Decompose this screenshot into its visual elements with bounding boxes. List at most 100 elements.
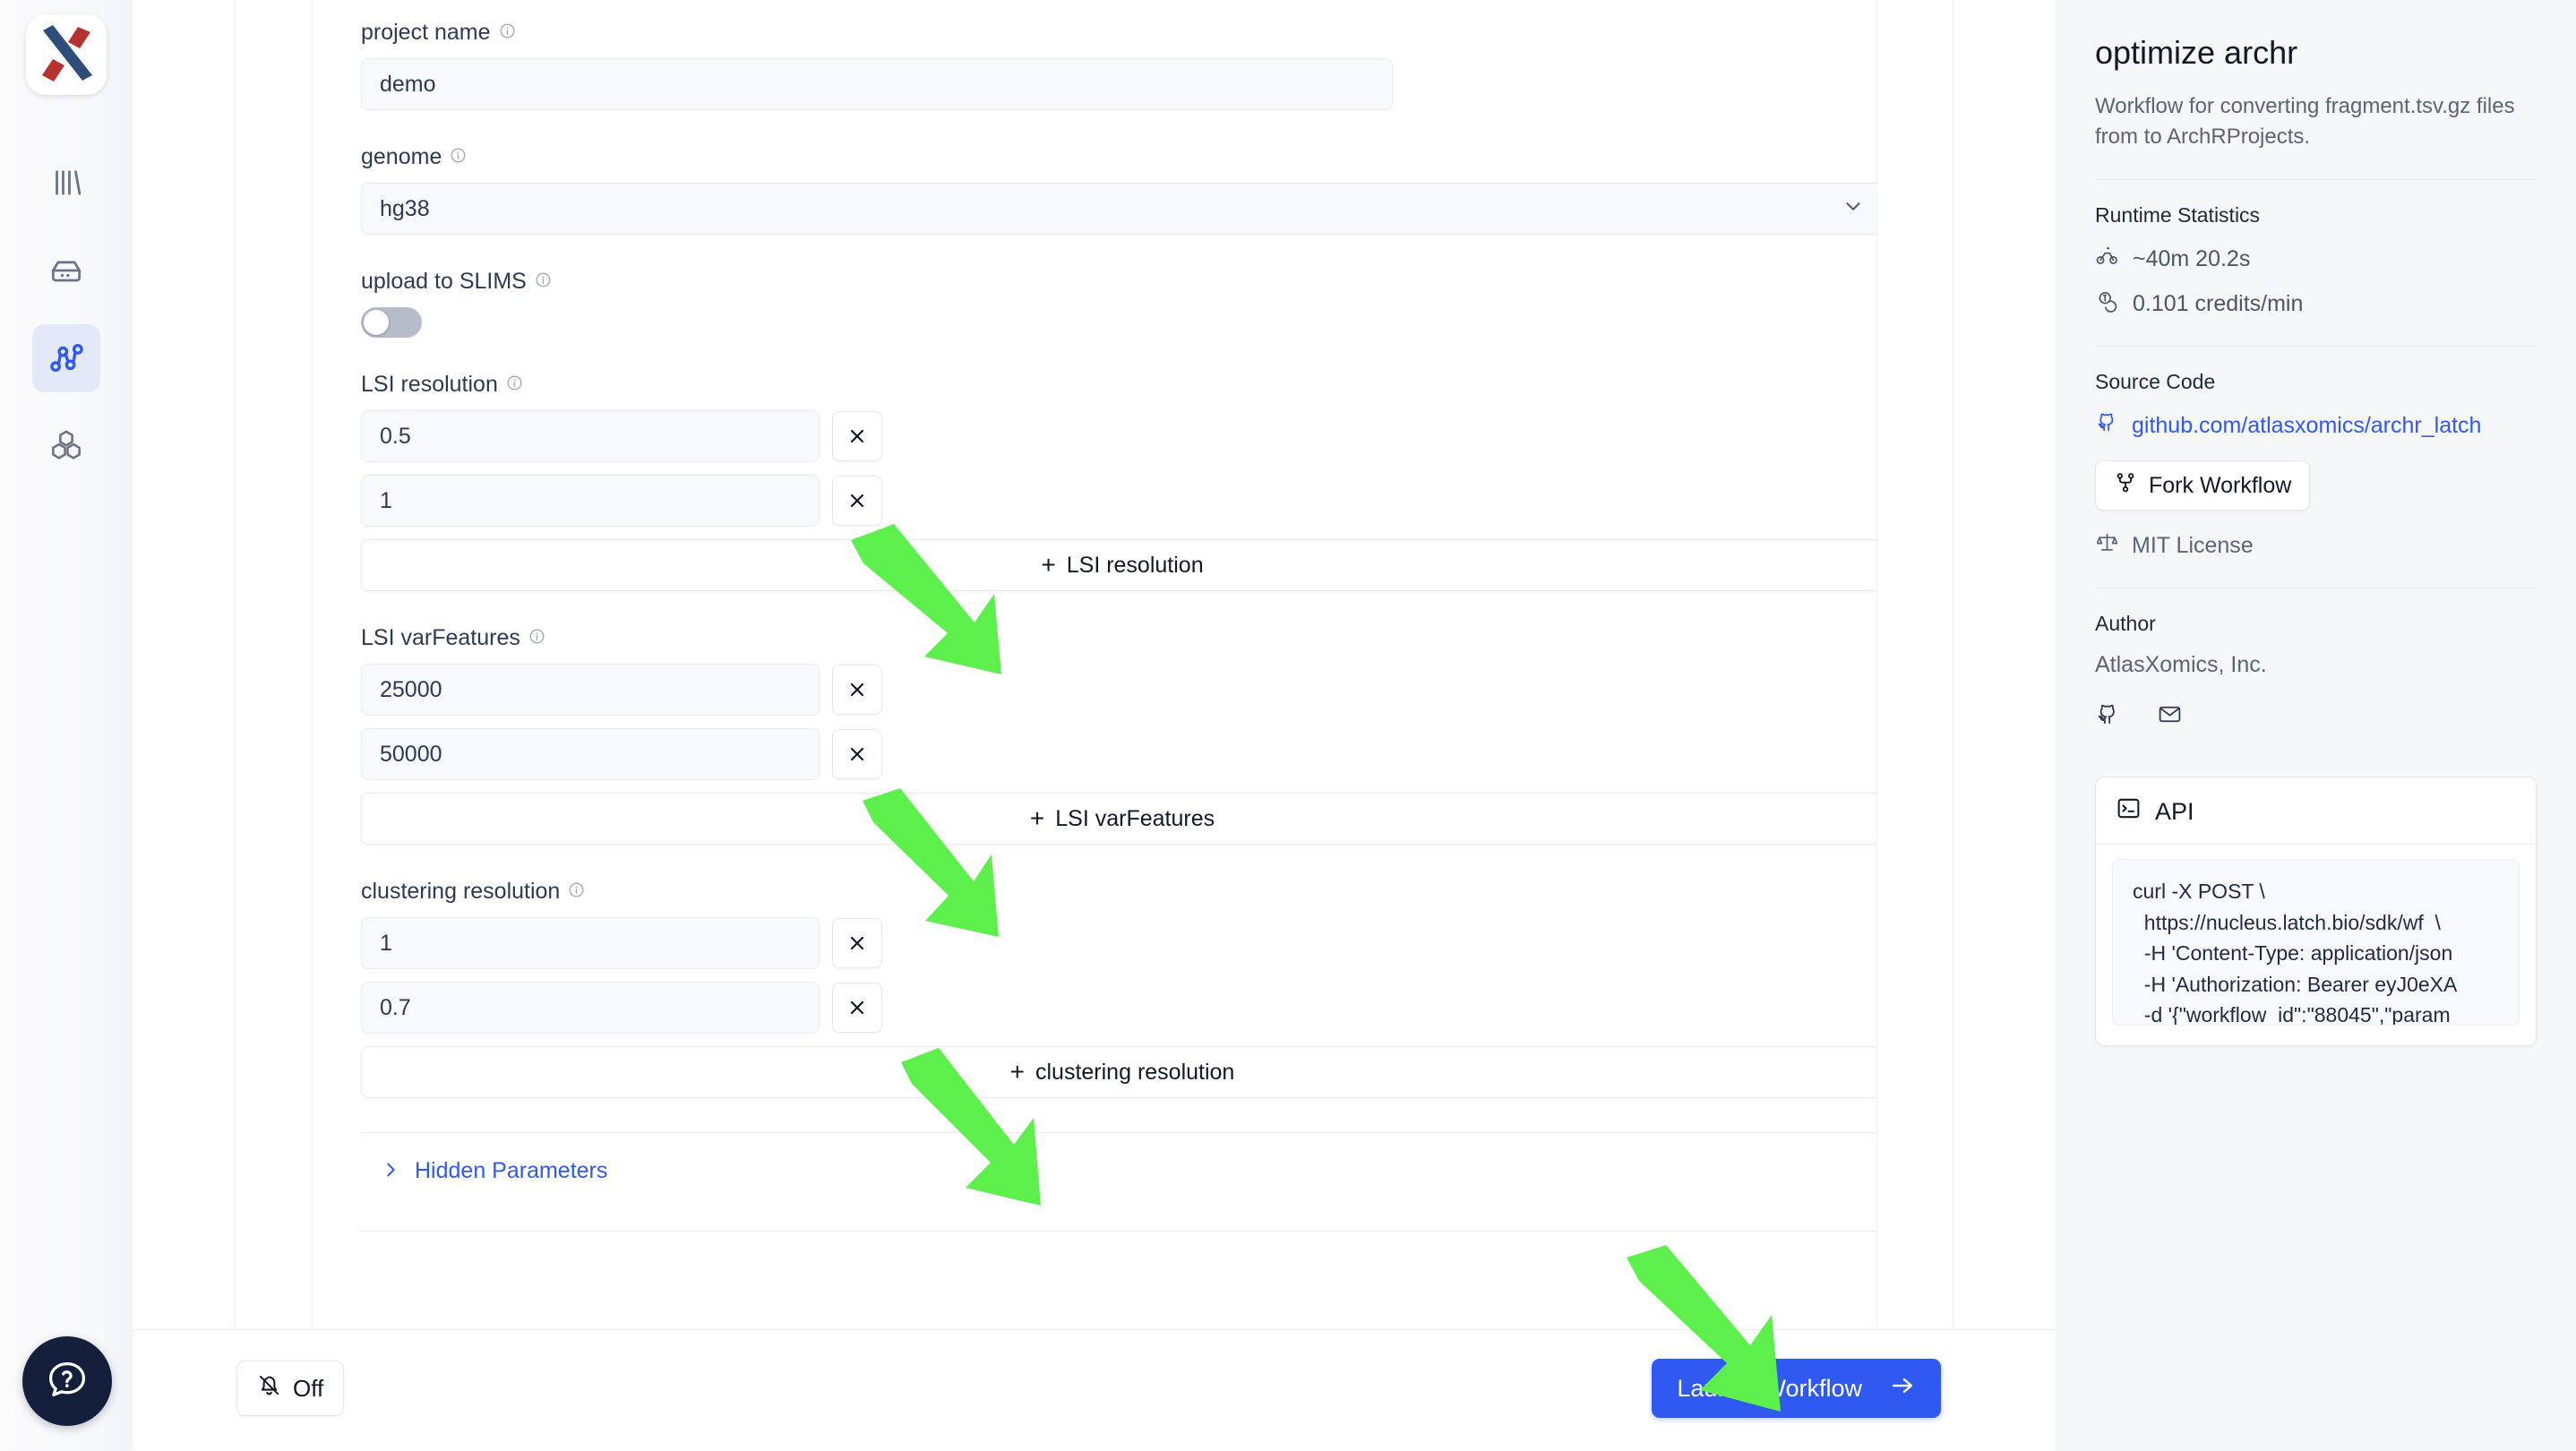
field-genome: genome hg38 — [361, 144, 1876, 235]
terminal-icon — [2116, 795, 2142, 828]
add-lsi-varfeatures-button[interactable]: + LSI varFeatures — [361, 793, 1876, 845]
author-heading: Author — [2095, 612, 2156, 636]
project-name-label-row: project name — [361, 20, 1828, 46]
launch-workflow-label: Launch Workflow — [1677, 1374, 1862, 1402]
remove-clustering-resolution-0[interactable] — [832, 918, 882, 968]
toggle-knob — [364, 310, 389, 335]
api-card: API curl -X POST \ https://nucleus.latch… — [2095, 777, 2537, 1047]
source-repo-url: github.com/atlasxomics/archr_latch — [2132, 412, 2482, 438]
info-circle-icon[interactable] — [528, 625, 545, 651]
launch-workflow-button[interactable]: Launch Workflow — [1652, 1359, 1941, 1418]
info-circle-icon[interactable] — [568, 879, 585, 905]
workflow-parameters-panel: project name demo genome hg38 upload to … — [133, 0, 2056, 1329]
genome-selected-value: hg38 — [380, 195, 430, 221]
rail-item-list — [32, 149, 100, 480]
info-circle-icon[interactable] — [450, 144, 467, 170]
lsi-resolution-label: LSI resolution — [361, 372, 498, 397]
sidebar-item-workflows[interactable] — [32, 324, 100, 392]
parameters-scroll-area[interactable]: project name demo genome hg38 upload to … — [313, 0, 1876, 1329]
upload-to-slims-label: upload to SLIMS — [361, 269, 527, 294]
license-label: MIT License — [2132, 532, 2254, 558]
remove-lsi-varfeatures-1[interactable] — [832, 729, 882, 779]
section-divider-bottom — [361, 1231, 1876, 1232]
app-root: project name demo genome hg38 upload to … — [0, 0, 2576, 1451]
help-chat-button[interactable] — [22, 1336, 112, 1426]
remove-lsi-resolution-1[interactable] — [832, 476, 882, 526]
sidebar-item-data[interactable] — [32, 149, 100, 217]
remove-lsi-varfeatures-0[interactable] — [832, 665, 882, 715]
api-card-header: API — [2096, 777, 2536, 846]
add-lsi-resolution-button[interactable]: + LSI resolution — [361, 539, 1876, 591]
project-name-input[interactable]: demo — [361, 58, 1393, 110]
bars-chart-icon — [47, 164, 85, 202]
source-repo-link[interactable]: github.com/atlasxomics/archr_latch — [2095, 410, 2537, 441]
author-links — [2095, 701, 2537, 732]
mail-icon[interactable] — [2157, 701, 2183, 732]
lsi-varfeatures-label: LSI varFeatures — [361, 625, 520, 650]
add-lsi-resolution-label: LSI resolution — [1066, 552, 1204, 578]
lsi-varfeatures-input-1[interactable]: 50000 — [361, 728, 820, 780]
sidebar-item-pods[interactable] — [32, 236, 100, 305]
hidden-parameters-label: Hidden Parameters — [415, 1158, 608, 1183]
remove-lsi-resolution-0[interactable] — [832, 411, 882, 461]
field-lsi-resolution: LSI resolution 0.5 1 + LSI resolution — [361, 372, 1876, 591]
sidebar-item-registry[interactable] — [32, 412, 100, 480]
genome-label-row: genome — [361, 144, 1828, 170]
clustering-resolution-input-1[interactable]: 0.7 — [361, 982, 820, 1034]
api-heading: API — [2155, 797, 2194, 825]
project-name-label: project name — [361, 20, 491, 45]
author-name: AtlasXomics, Inc. — [2095, 652, 2267, 678]
runtime-duration-row: ~40m 20.2s — [2095, 244, 2537, 274]
api-card-body: curl -X POST \ https://nucleus.latch.bio… — [2096, 845, 2536, 1045]
lsi-resolution-input-1[interactable]: 1 — [361, 475, 820, 527]
atlasxomics-logo[interactable] — [26, 14, 107, 95]
list-item: 0.7 — [361, 982, 1828, 1034]
info-circle-icon[interactable] — [499, 20, 516, 46]
coins-icon — [2095, 288, 2119, 319]
scales-icon — [2095, 530, 2119, 561]
github-icon — [2095, 410, 2119, 441]
lsi-varfeatures-label-row: LSI varFeatures — [361, 625, 1828, 651]
clustering-resolution-label: clustering resolution — [361, 879, 561, 904]
chevron-right-icon — [381, 1160, 400, 1183]
field-project-name: project name demo — [361, 20, 1828, 110]
list-item: 1 — [361, 475, 1828, 527]
fork-icon — [2114, 471, 2137, 501]
github-icon[interactable] — [2095, 701, 2121, 732]
upload-slims-label-row: upload to SLIMS — [361, 269, 1828, 295]
plus-icon: + — [1009, 1058, 1025, 1086]
fork-workflow-button[interactable]: Fork Workflow — [2095, 460, 2311, 511]
genome-label: genome — [361, 144, 442, 169]
add-clustering-resolution-label: clustering resolution — [1035, 1059, 1235, 1085]
upload-to-slims-toggle[interactable] — [361, 307, 422, 338]
workflow-description: Workflow for converting fragment.tsv.gz … — [2095, 94, 2515, 150]
info-circle-icon[interactable] — [506, 372, 523, 398]
lsi-resolution-input-0[interactable]: 0.5 — [361, 410, 820, 462]
page-title: optimize archr — [2095, 34, 2298, 71]
api-curl-snippet[interactable]: curl -X POST \ https://nucleus.latch.bio… — [2112, 859, 2520, 1026]
source-code-heading: Source Code — [2095, 370, 2216, 394]
chevron-down-icon — [1842, 194, 1865, 224]
remove-clustering-resolution-1[interactable] — [832, 983, 882, 1033]
lsi-varfeatures-input-0[interactable]: 25000 — [361, 664, 820, 716]
workflow-info-panel: optimize archr Workflow for converting f… — [2056, 0, 2576, 1451]
hexagons-icon — [47, 426, 86, 466]
clustering-resolution-input-0[interactable]: 1 — [361, 917, 820, 969]
clustering-resolution-label-row: clustering resolution — [361, 879, 1828, 905]
runtime-credits-value: 0.101 credits/min — [2133, 290, 2304, 316]
info-circle-icon[interactable] — [535, 269, 552, 295]
panel-divider-1 — [235, 0, 236, 1329]
license-row: MIT License — [2095, 530, 2537, 561]
notifications-state-label: Off — [293, 1374, 324, 1402]
field-lsi-varfeatures: LSI varFeatures 25000 50000 + LSI varFea… — [361, 625, 1876, 845]
add-clustering-resolution-button[interactable]: + clustering resolution — [361, 1046, 1876, 1098]
hidden-parameters-toggle[interactable]: Hidden Parameters — [361, 1133, 1828, 1211]
genome-select[interactable]: hg38 — [361, 183, 1876, 235]
field-clustering-resolution: clustering resolution 1 0.7 + clustering… — [361, 879, 1876, 1098]
runtime-statistics-heading: Runtime Statistics — [2095, 203, 2261, 228]
notifications-toggle-button[interactable]: Off — [236, 1361, 345, 1416]
panel-rule-2 — [2095, 346, 2537, 348]
panel-rule-1 — [2095, 179, 2537, 181]
bell-off-icon — [257, 1373, 281, 1404]
list-item: 25000 — [361, 664, 1828, 716]
